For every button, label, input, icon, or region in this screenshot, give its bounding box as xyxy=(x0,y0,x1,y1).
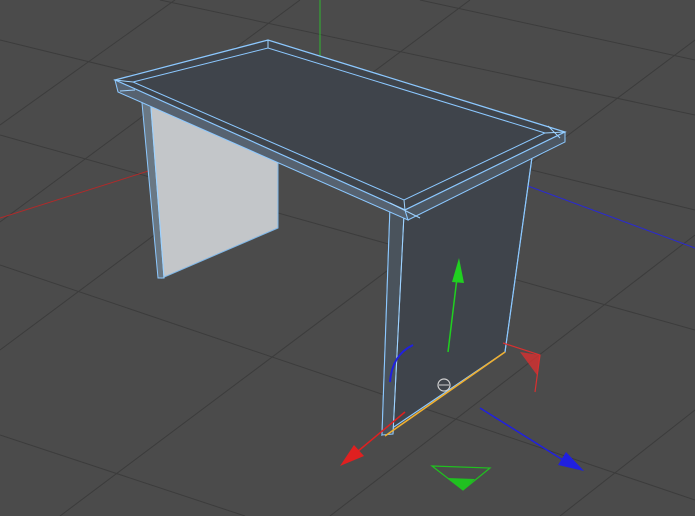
gizmo-xy-plane-handle[interactable] xyxy=(502,342,541,393)
gizmo-x-axis-handle[interactable] xyxy=(340,411,406,466)
gizmo-z-axis-handle[interactable] xyxy=(479,407,584,471)
table-object[interactable] xyxy=(113,39,567,437)
3d-viewport[interactable] xyxy=(0,0,695,516)
